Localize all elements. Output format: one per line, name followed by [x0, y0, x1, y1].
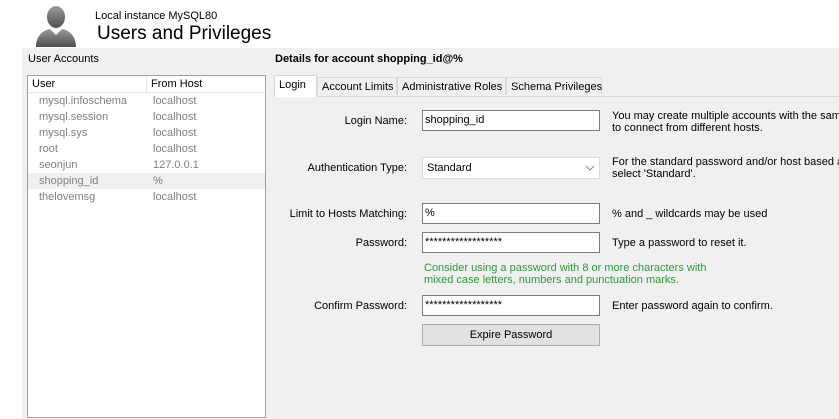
table-row[interactable]: thelovemsg localhost: [28, 189, 265, 205]
auth-type-help: For the standard password and/or host ba…: [612, 156, 839, 180]
password-label: Password:: [355, 237, 407, 249]
tab-schema-privileges[interactable]: Schema Privileges: [506, 77, 602, 95]
confirm-password-input[interactable]: ******************: [422, 295, 600, 316]
user-accounts-panel: User Accounts User From Host mysql.infos…: [22, 48, 270, 418]
table-row[interactable]: seonjun 127.0.0.1: [28, 157, 265, 173]
login-name-help-line2: to connect from different hosts.: [612, 122, 763, 134]
table-header: User From Host: [28, 76, 265, 93]
header: Local instance MySQL80 Users and Privile…: [22, 0, 839, 48]
login-tab-content: Login Name: shopping_id You may create m…: [274, 96, 839, 419]
table-row[interactable]: mysql.infoschema localhost: [28, 93, 265, 109]
account-details-panel: Details for account shopping_id@% Login …: [270, 48, 839, 419]
confirm-password-label: Confirm Password:: [314, 300, 407, 312]
auth-type-value: Standard: [427, 162, 472, 174]
hosts-help: % and _ wildcards may be used: [612, 208, 768, 220]
login-name-help-line1: You may create multiple accounts with th…: [612, 110, 839, 122]
login-name-label: Login Name:: [344, 115, 407, 127]
login-name-input[interactable]: shopping_id: [422, 110, 600, 131]
column-separator[interactable]: [146, 76, 147, 92]
user-cell: root: [39, 143, 58, 155]
hosts-input[interactable]: %: [422, 203, 600, 224]
confirm-password-help: Enter password again to confirm.: [612, 300, 773, 312]
host-cell: localhost: [153, 143, 197, 155]
tab-administrative-roles[interactable]: Administrative Roles: [397, 77, 506, 95]
table-row[interactable]: shopping_id%: [28, 173, 265, 189]
page-title: Users and Privileges: [97, 23, 272, 44]
password-hint-line1: Consider using a password with 8 or more…: [424, 262, 707, 274]
host-cell: %: [153, 175, 163, 187]
column-header-host[interactable]: From Host: [151, 78, 202, 90]
host-cell: localhost: [153, 95, 197, 107]
auth-type-help-line1: For the standard password and/or host ba…: [612, 156, 839, 168]
tab-login[interactable]: Login: [274, 75, 317, 97]
user-cell: mysql.sys: [39, 127, 88, 139]
password-hint-line2: mixed case letters, numbers and punctuat…: [424, 274, 679, 286]
password-input[interactable]: ******************: [422, 232, 600, 253]
user-rows: mysql.infoschema localhost mysql.session lo…: [28, 93, 265, 205]
user-cell: seonjun: [39, 159, 78, 171]
table-row[interactable]: root localhost: [28, 141, 265, 157]
auth-type-help-line2: select 'Standard'.: [612, 168, 696, 180]
user-avatar-icon: [36, 6, 76, 47]
column-header-user[interactable]: User: [32, 78, 55, 90]
hosts-label: Limit to Hosts Matching:: [289, 208, 407, 220]
user-cell: mysql.session: [39, 111, 109, 123]
user-cell: shopping_id: [39, 175, 99, 187]
instance-label: Local instance MySQL80: [95, 10, 218, 22]
auth-type-label: Authentication Type:: [307, 162, 407, 174]
login-name-help: You may create multiple accounts with th…: [612, 110, 839, 134]
expire-password-button[interactable]: Expire Password: [422, 324, 600, 346]
auth-type-select[interactable]: Standard: [422, 157, 600, 179]
details-title: Details for account shopping_id@%: [275, 53, 463, 65]
table-row[interactable]: mysql.session localhost: [28, 109, 265, 125]
password-strength-hint: Consider using a password with 8 or more…: [424, 262, 706, 286]
table-row[interactable]: mysql.sys localhost: [28, 125, 265, 141]
password-help: Type a password to reset it.: [612, 237, 747, 249]
user-accounts-table[interactable]: User From Host mysql.infoschema localhost…: [27, 75, 266, 418]
tab-account-limits[interactable]: Account Limits: [317, 77, 397, 95]
host-cell: localhost: [153, 111, 197, 123]
host-cell: 127.0.0.1: [153, 159, 199, 171]
host-cell: localhost: [153, 127, 197, 139]
user-accounts-label: User Accounts: [28, 53, 99, 65]
host-cell: localhost: [153, 191, 197, 203]
chevron-down-icon: [585, 165, 595, 171]
user-cell: thelovemsg: [39, 191, 96, 203]
user-cell: mysql.infoschema: [39, 95, 128, 107]
left-navigation-strip: [0, 0, 23, 418]
